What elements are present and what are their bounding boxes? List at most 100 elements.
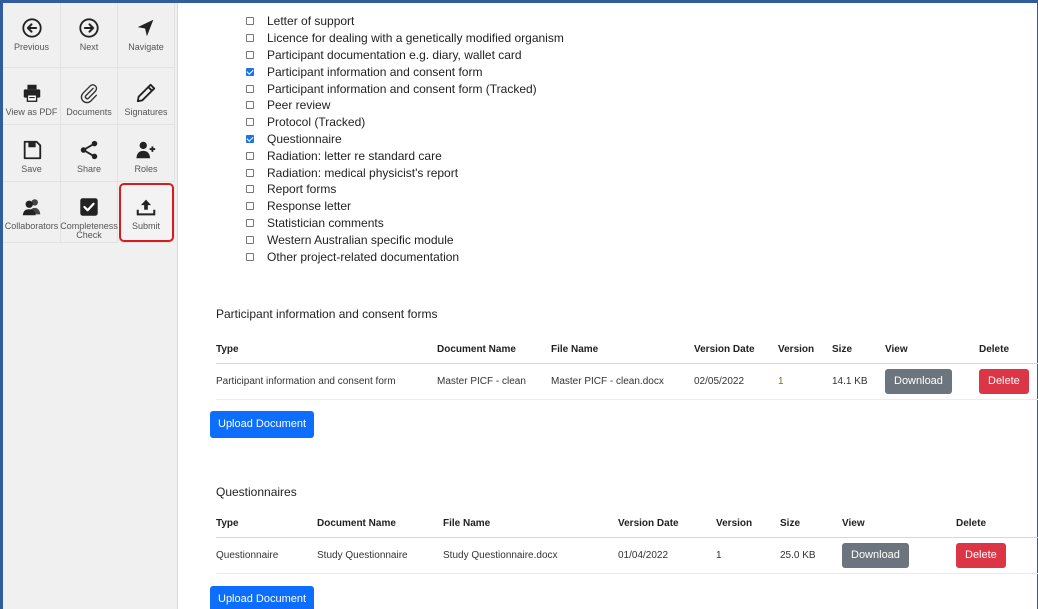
checkbox[interactable]: [246, 84, 254, 93]
checklist-item-label: Report forms: [267, 182, 337, 197]
paperclip-icon: [78, 82, 100, 104]
checklist-item: Questionnaire: [246, 131, 564, 148]
action-toolbar: Previous Next Navigate View as PDF Docum…: [3, 3, 178, 609]
completeness-check-button[interactable]: Completeness Check: [60, 182, 118, 243]
signatures-label: Signatures: [124, 107, 168, 117]
col-header-version: Version: [778, 337, 832, 364]
save-label: Save: [21, 164, 42, 174]
delete-button[interactable]: Delete: [979, 368, 1029, 394]
previous-button[interactable]: Previous: [3, 3, 61, 68]
checklist-item: Participant documentation e.g. diary, wa…: [246, 47, 564, 64]
submit-label: Submit: [131, 221, 160, 231]
upload-picf-button[interactable]: Upload Document: [210, 411, 315, 438]
checkbox[interactable]: [246, 202, 254, 211]
next-circle-icon: [78, 17, 100, 39]
roles-label: Roles: [134, 164, 158, 174]
table-row: Questionnaire Study Questionnaire Study …: [216, 537, 1038, 574]
checkbox[interactable]: [246, 218, 254, 227]
col-header-delete: Delete: [979, 337, 1038, 364]
signatures-button[interactable]: Signatures: [118, 68, 175, 125]
submit-button[interactable]: Submit: [118, 182, 175, 243]
checkbox-checked-icon: [78, 196, 100, 218]
cell-version: 1: [716, 537, 780, 574]
next-button[interactable]: Next: [61, 3, 118, 68]
previous-circle-icon: [21, 17, 43, 39]
delete-button[interactable]: Delete: [956, 542, 1006, 568]
share-icon: [78, 139, 100, 161]
checkbox[interactable]: [246, 168, 254, 177]
documents-button[interactable]: Documents: [61, 68, 118, 125]
col-header-size: Size: [832, 337, 885, 364]
checklist-item: Protocol (Tracked): [246, 114, 564, 131]
checklist-item-label: Licence for dealing with a genetically m…: [267, 31, 564, 46]
checklist-item-label: Western Australian specific module: [267, 232, 454, 247]
cell-type: Participant information and consent form: [216, 363, 437, 400]
completeness-check-label: Completeness Check: [60, 221, 118, 240]
cell-view: Download: [885, 363, 979, 400]
view-as-pdf-label: View as PDF: [5, 107, 58, 117]
cell-delete: Delete: [979, 363, 1038, 400]
checkbox[interactable]: [246, 235, 254, 244]
checklist-item-label: Radiation: medical physicist's report: [267, 165, 459, 180]
cell-document-name: Study Questionnaire: [317, 537, 443, 574]
users-icon: [21, 196, 43, 218]
questionnaires-table: Type Document Name File Name Version Dat…: [216, 511, 1038, 574]
checkbox[interactable]: [246, 17, 254, 26]
share-button[interactable]: Share: [61, 125, 118, 182]
user-plus-icon: [135, 139, 157, 161]
checklist-item: Radiation: letter re standard care: [246, 147, 564, 164]
view-as-pdf-button[interactable]: View as PDF: [3, 68, 61, 125]
checkbox[interactable]: [246, 101, 254, 110]
picf-section-title: Participant information and consent form…: [216, 307, 438, 321]
checklist-item: Letter of support: [246, 13, 564, 30]
checkbox-checked[interactable]: [246, 67, 254, 76]
pen-icon: [135, 82, 157, 104]
checklist-item-label: Response letter: [267, 199, 352, 214]
checklist-item-label: Other project-related documentation: [267, 249, 460, 264]
checkbox-checked[interactable]: [246, 134, 254, 143]
navigate-button[interactable]: Navigate: [118, 3, 175, 68]
cell-version-date: 02/05/2022: [694, 363, 778, 400]
checkbox[interactable]: [246, 34, 254, 43]
collaborators-label: Collaborators: [4, 221, 59, 231]
download-button[interactable]: Download: [842, 542, 909, 568]
checkbox[interactable]: [246, 151, 254, 160]
col-header-file-name: File Name: [551, 337, 694, 364]
table-row: Participant information and consent form…: [216, 363, 1038, 400]
checklist-item-label: Protocol (Tracked): [267, 115, 366, 130]
col-header-document-name: Document Name: [317, 511, 443, 538]
checklist-item-label: Statistician comments: [267, 215, 384, 230]
checkbox[interactable]: [246, 252, 254, 261]
download-button[interactable]: Download: [885, 368, 952, 394]
col-header-version: Version: [716, 511, 780, 538]
cell-delete: Delete: [956, 537, 1038, 574]
checkbox[interactable]: [246, 118, 254, 127]
checklist-item: Licence for dealing with a genetically m…: [246, 30, 564, 47]
checklist-item: Report forms: [246, 181, 564, 198]
upload-tray-icon: [135, 196, 157, 218]
cell-file-name: Master PICF - clean.docx: [551, 363, 694, 400]
next-label: Next: [79, 42, 99, 52]
col-header-size: Size: [780, 511, 842, 538]
col-header-version-date: Version Date: [694, 337, 778, 364]
checklist-item-label: Radiation: letter re standard care: [267, 148, 442, 163]
cell-file-name: Study Questionnaire.docx: [443, 537, 618, 574]
navigate-arrow-icon: [135, 17, 157, 39]
upload-questionnaire-button[interactable]: Upload Document: [210, 586, 315, 609]
checkbox[interactable]: [246, 185, 254, 194]
checklist-item-label: Participant information and consent form…: [267, 81, 537, 96]
cell-version-date: 01/04/2022: [618, 537, 716, 574]
col-header-view: View: [842, 511, 956, 538]
documents-label: Documents: [66, 107, 112, 117]
save-disk-icon: [21, 139, 43, 161]
roles-button[interactable]: Roles: [118, 125, 175, 182]
collaborators-button[interactable]: Collaborators: [3, 182, 61, 243]
checklist-item-label: Participant information and consent form: [267, 64, 483, 79]
cell-view: Download: [842, 537, 956, 574]
col-header-delete: Delete: [956, 511, 1038, 538]
col-header-view: View: [885, 337, 979, 364]
checkbox[interactable]: [246, 50, 254, 59]
save-button[interactable]: Save: [3, 125, 61, 182]
checklist-item: Participant information and consent form…: [246, 80, 564, 97]
share-label: Share: [76, 164, 102, 174]
